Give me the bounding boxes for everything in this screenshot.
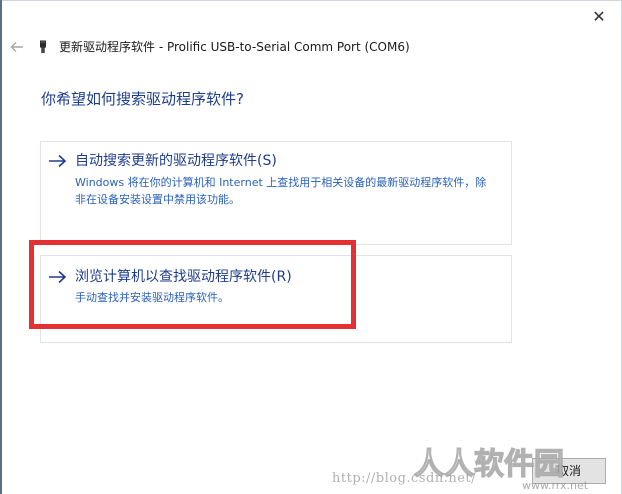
- option-browse-computer-title: 浏览计算机以查找驱动程序软件(R): [75, 269, 292, 285]
- window-title: 更新驱动程序软件 - Prolific USB-to-Serial Comm P…: [59, 40, 410, 54]
- back-arrow-icon: [10, 42, 23, 52]
- option-auto-search-title: 自动搜索更新的驱动程序软件(S): [75, 153, 277, 169]
- window-left-edge: [0, 0, 2, 494]
- page-heading: 你希望如何搜索驱动程序软件?: [41, 90, 244, 108]
- close-icon: ✕: [592, 7, 606, 26]
- arrow-right-icon: [49, 270, 67, 284]
- option-auto-search[interactable]: 自动搜索更新的驱动程序软件(S) Windows 将在你的计算机和 Intern…: [40, 141, 512, 245]
- window-top-edge: [2, 0, 622, 1]
- watermark-logo-text: 人人软件园: [414, 447, 564, 482]
- close-button[interactable]: ✕: [578, 2, 620, 32]
- back-button[interactable]: [8, 37, 26, 57]
- watermark-logo: 人人软件园 www.rrx.net: [413, 446, 589, 492]
- option-browse-computer-description: 手动查找并安装驱动程序软件。: [75, 291, 229, 304]
- option-auto-search-description: Windows 将在你的计算机和 Internet 上查找用于相关设备的最新驱动…: [75, 176, 487, 206]
- option-browse-computer[interactable]: 浏览计算机以查找驱动程序软件(R) 手动查找并安装驱动程序软件。: [40, 255, 512, 343]
- arrow-right-icon: [49, 154, 67, 168]
- usb-device-icon: [40, 40, 46, 53]
- watermark-logo-url: www.rrx.net: [522, 479, 589, 492]
